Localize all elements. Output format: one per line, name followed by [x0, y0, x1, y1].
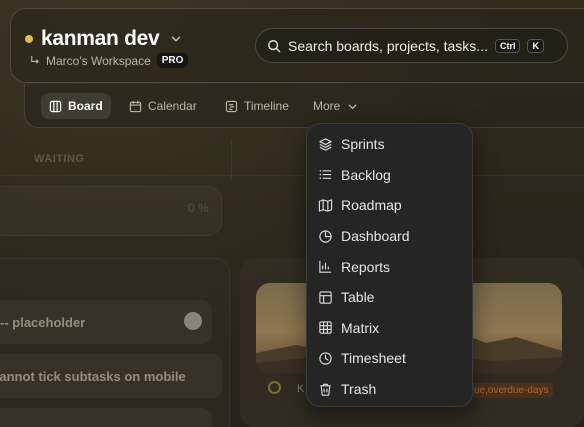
- grid-icon: [319, 321, 332, 335]
- project-header: kanman dev Marco's Workspace PRO Search …: [10, 8, 584, 83]
- calendar-icon: [129, 100, 142, 112]
- table-icon: [319, 291, 332, 304]
- menu-item-backlog[interactable]: Backlog: [307, 160, 472, 191]
- tab-label: Calendar: [148, 99, 197, 113]
- avatar: [184, 312, 202, 330]
- bar-chart-icon: [319, 261, 332, 273]
- timeline-icon: [225, 100, 238, 112]
- card-prefix-text: K: [297, 383, 305, 395]
- map-icon: [318, 199, 333, 212]
- menu-item-label: Roadmap: [341, 197, 402, 214]
- task-title: -- placeholder: [0, 314, 86, 330]
- shortcut-k-key: K: [527, 38, 544, 53]
- list-icon: [319, 170, 332, 180]
- task-card[interactable]: [0, 408, 212, 427]
- tab-more[interactable]: More: [305, 93, 367, 119]
- project-title: kanman dev: [41, 27, 160, 50]
- menu-item-sprints[interactable]: Sprints: [307, 129, 472, 160]
- task-card[interactable]: -- placeholder: [0, 300, 212, 344]
- task-title: Cannot tick subtasks on mobile: [0, 368, 186, 384]
- status-circle-icon[interactable]: [268, 381, 281, 394]
- project-title-row[interactable]: kanman dev: [25, 27, 183, 51]
- chevron-down-icon[interactable]: [169, 32, 183, 46]
- more-dropdown-menu: Sprints Backlog Roadmap Dashboard Report…: [306, 123, 473, 407]
- tab-board[interactable]: Board: [41, 93, 111, 119]
- menu-item-label: Backlog: [341, 166, 391, 183]
- overdue-badge: ue,overdue-days: [470, 383, 553, 398]
- task-card[interactable]: Cannot tick subtasks on mobile: [0, 354, 222, 398]
- plan-badge: PRO: [156, 53, 189, 68]
- search-input[interactable]: Search boards, projects, tasks... Ctrl K: [255, 28, 568, 63]
- menu-item-label: Sprints: [341, 136, 385, 153]
- menu-item-table[interactable]: Table: [307, 282, 472, 313]
- menu-item-label: Table: [341, 289, 375, 306]
- search-icon: [268, 39, 281, 52]
- column-header-waiting: WAITING: [34, 153, 85, 165]
- tab-label: Board: [68, 99, 103, 113]
- subdirectory-arrow-icon: [31, 55, 39, 64]
- menu-item-label: Trash: [341, 381, 377, 398]
- menu-item-reports[interactable]: Reports: [307, 251, 472, 282]
- view-tabs: Board Calendar Timeline More: [24, 84, 584, 128]
- menu-item-roadmap[interactable]: Roadmap: [307, 190, 472, 221]
- clock-icon: [319, 352, 332, 365]
- progress-percent: 0 %: [188, 201, 209, 215]
- chevron-down-icon: [348, 103, 357, 109]
- tab-label: Timeline: [244, 99, 289, 113]
- menu-item-label: Matrix: [341, 319, 380, 336]
- menu-item-trash[interactable]: Trash: [307, 374, 472, 405]
- trash-icon: [320, 383, 331, 396]
- menu-item-dashboard[interactable]: Dashboard: [307, 221, 472, 252]
- pie-chart-icon: [319, 229, 332, 243]
- menu-item-timesheet[interactable]: Timesheet: [307, 343, 472, 374]
- layers-icon: [319, 138, 332, 151]
- menu-item-label: Timesheet: [341, 350, 406, 367]
- search-placeholder: Search boards, projects, tasks...: [288, 37, 488, 54]
- tab-timeline[interactable]: Timeline: [217, 93, 297, 119]
- columns-icon: [49, 100, 62, 112]
- menu-item-matrix[interactable]: Matrix: [307, 313, 472, 344]
- project-color-dot: [25, 35, 33, 43]
- menu-item-label: Dashboard: [341, 228, 410, 245]
- tab-calendar[interactable]: Calendar: [121, 93, 205, 119]
- workspace-name[interactable]: Marco's Workspace: [46, 54, 151, 68]
- column-divider-line: [0, 175, 584, 176]
- workspace-row: Marco's Workspace PRO: [29, 53, 189, 68]
- menu-item-label: Reports: [341, 258, 391, 275]
- column-separator: [231, 140, 232, 180]
- shortcut-ctrl-key: Ctrl: [494, 38, 521, 53]
- tab-label: More: [313, 99, 341, 113]
